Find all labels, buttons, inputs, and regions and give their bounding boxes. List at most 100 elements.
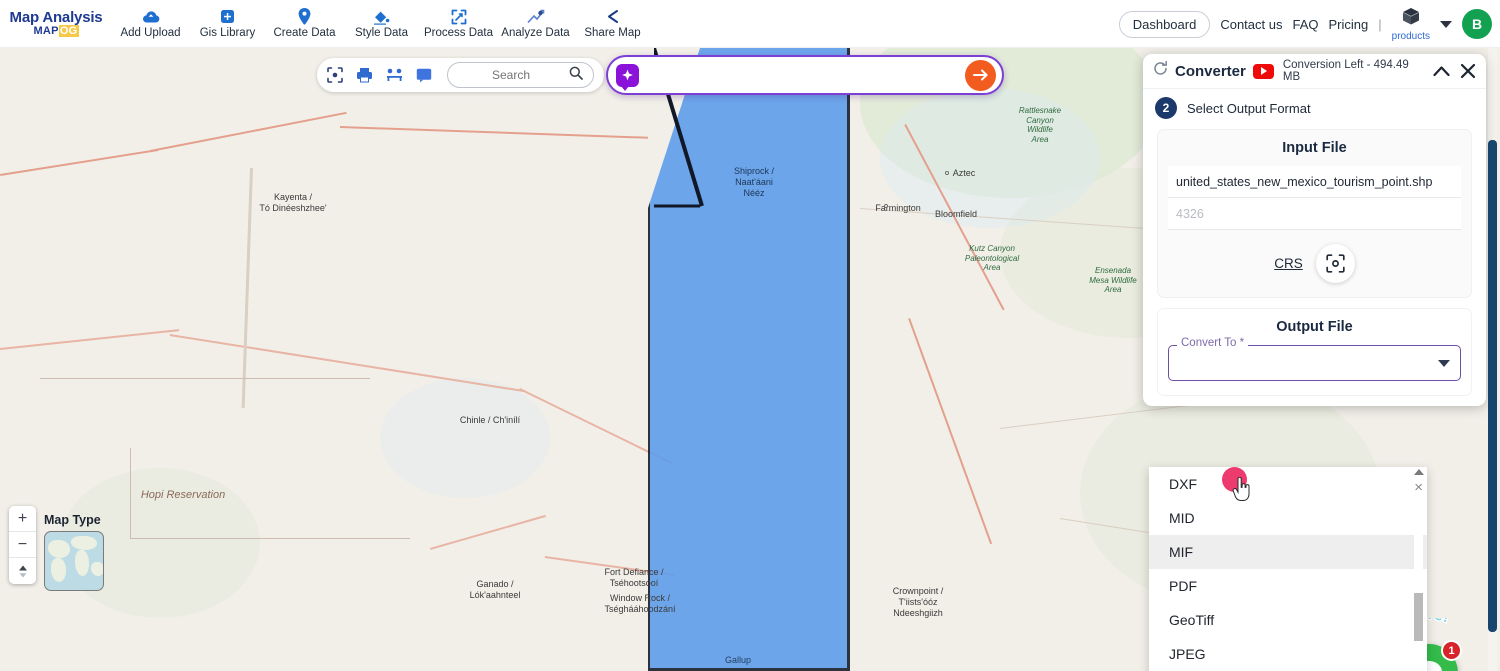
top-navigation-bar: Map Analysis MAPOG Add Upload Gis Librar…	[0, 0, 1500, 48]
ai-prompt-input[interactable]	[639, 60, 965, 90]
close-icon[interactable]	[1458, 63, 1478, 79]
nav-label: Analyze Data	[501, 27, 569, 39]
map-type-label: Map Type	[44, 513, 104, 527]
dropdown-option-mif[interactable]: MIF	[1149, 535, 1427, 569]
input-file-card: Input File united_states_new_mexico_tour…	[1157, 129, 1472, 298]
search-input[interactable]	[461, 68, 561, 82]
input-file-name: united_states_new_mexico_tourism_point.s…	[1176, 175, 1432, 189]
step-label: Select Output Format	[1187, 101, 1311, 116]
panel-title: Converter	[1175, 63, 1246, 80]
zoom-in-button[interactable]: +	[9, 506, 36, 532]
nav-item-share-map[interactable]: Share Map	[574, 8, 651, 39]
dropdown-option-geotiff[interactable]: GeoTiff	[1149, 603, 1427, 637]
chevron-down-icon[interactable]	[1438, 360, 1450, 367]
nav-item-add-upload[interactable]: Add Upload	[112, 8, 189, 39]
nav-label: Process Data	[424, 27, 493, 39]
terrain-patch	[380, 378, 550, 498]
compass-tilt-button[interactable]	[9, 558, 36, 584]
nav-label: Create Data	[273, 27, 335, 39]
brand-title: Map Analysis	[6, 10, 106, 26]
map-type-control: Map Type	[44, 513, 104, 591]
nav-items: Add Upload Gis Library Create Data Style…	[112, 8, 651, 39]
dashboard-button[interactable]: Dashboard	[1119, 11, 1211, 38]
road	[430, 515, 546, 550]
page-scrollbar-thumb[interactable]	[1488, 140, 1497, 632]
nav-item-style-data[interactable]: Style Data	[343, 8, 420, 39]
analyze-icon	[527, 8, 545, 25]
input-file-name-field[interactable]: united_states_new_mexico_tourism_point.s…	[1168, 166, 1461, 198]
brand-subtitle: MAPOG	[6, 26, 106, 38]
nav-label: Add Upload	[120, 27, 180, 39]
chevron-down-icon[interactable]	[1440, 21, 1452, 28]
map-search-box[interactable]	[447, 62, 594, 88]
dropdown-option-mid[interactable]: MID	[1149, 501, 1427, 535]
terrain-patch	[880, 88, 1100, 228]
search-icon[interactable]	[569, 66, 583, 85]
dropdown-option-pdf[interactable]: PDF	[1149, 569, 1427, 603]
scroll-up-icon[interactable]	[1414, 469, 1424, 475]
converter-panel-header: Converter Conversion Left - 494.49 MB	[1143, 54, 1486, 89]
nav-item-create-data[interactable]: Create Data	[266, 8, 343, 39]
chevron-up-icon[interactable]	[1431, 65, 1451, 77]
pricing-link[interactable]: Pricing	[1329, 17, 1369, 32]
measure-icon[interactable]	[386, 68, 403, 82]
input-crs-field[interactable]: 4326	[1168, 198, 1461, 230]
road	[150, 112, 347, 152]
road	[242, 168, 253, 408]
road	[0, 329, 179, 349]
arrow-right-icon[interactable]	[965, 60, 996, 91]
output-file-title: Output File	[1168, 319, 1461, 335]
output-file-card: Output File Convert To *	[1157, 308, 1472, 396]
paint-bucket-icon	[373, 8, 390, 25]
nav-item-analyze-data[interactable]: Analyze Data	[497, 8, 574, 39]
input-crs-placeholder: 4326	[1176, 207, 1204, 221]
boundary	[40, 378, 370, 379]
refresh-icon[interactable]	[1153, 61, 1168, 81]
map-label: Kayenta / Tó Dinéeshzhee'	[238, 192, 348, 214]
nav-divider: |	[1378, 17, 1381, 32]
convert-to-select[interactable]	[1168, 345, 1461, 381]
dropdown-scrollbar[interactable]	[1414, 471, 1423, 671]
nav-item-gis-library[interactable]: Gis Library	[189, 8, 266, 39]
library-icon	[220, 8, 235, 25]
step-number-badge: 2	[1155, 97, 1177, 119]
nav-label: Gis Library	[200, 27, 256, 39]
contact-us-link[interactable]: Contact us	[1220, 17, 1282, 32]
map-type-thumbnail[interactable]	[44, 531, 104, 591]
dropdown-option-dxf[interactable]: DXF	[1149, 467, 1427, 501]
print-icon[interactable]	[356, 67, 373, 83]
nav-right-group: Dashboard Contact us FAQ Pricing | produ…	[1119, 0, 1492, 48]
map-pin-icon	[298, 8, 311, 25]
chat-unread-badge: 1	[1441, 640, 1462, 661]
map-label: Crownpoint / T'iists'óóz Ndeeshgiizh	[866, 586, 970, 618]
locate-icon[interactable]	[327, 67, 343, 83]
brand-logo[interactable]: Map Analysis MAPOG	[6, 10, 106, 37]
avatar[interactable]: B	[1462, 9, 1492, 39]
brand-sub-yellow: OG	[59, 25, 79, 37]
crs-label[interactable]: CRS	[1274, 256, 1303, 271]
products-menu[interactable]: products	[1392, 7, 1430, 42]
convert-to-select-wrap: Convert To *	[1168, 345, 1461, 381]
sparkle-icon[interactable]	[616, 64, 639, 87]
ai-prompt-bar[interactable]	[606, 55, 1004, 95]
app-root: Map Analysis MAPOG Add Upload Gis Librar…	[0, 0, 1500, 671]
faq-link[interactable]: FAQ	[1292, 17, 1318, 32]
zoom-controls: + −	[9, 506, 36, 584]
box-icon	[1401, 7, 1421, 30]
comment-icon[interactable]	[416, 68, 432, 83]
nav-item-process-data[interactable]: Process Data	[420, 8, 497, 39]
close-small-icon[interactable]: ×	[1414, 479, 1423, 496]
input-file-title: Input File	[1168, 140, 1461, 156]
convert-to-dropdown[interactable]: DXF MID MIF PDF GeoTiff JPEG PNG ×	[1149, 467, 1427, 671]
crs-row: CRS	[1168, 244, 1461, 283]
dropdown-option-jpeg[interactable]: JPEG	[1149, 637, 1427, 671]
process-icon	[451, 8, 467, 25]
zoom-out-button[interactable]: −	[9, 532, 36, 558]
youtube-play-icon[interactable]	[1253, 64, 1274, 79]
conversion-left-label: Conversion Left - 494.49 MB	[1283, 59, 1424, 83]
page-scrollbar[interactable]	[1488, 48, 1497, 671]
dropdown-scrollbar-thumb[interactable]	[1414, 593, 1423, 641]
road	[0, 149, 158, 176]
scan-crosshair-icon[interactable]	[1316, 244, 1355, 283]
share-icon	[605, 8, 621, 25]
